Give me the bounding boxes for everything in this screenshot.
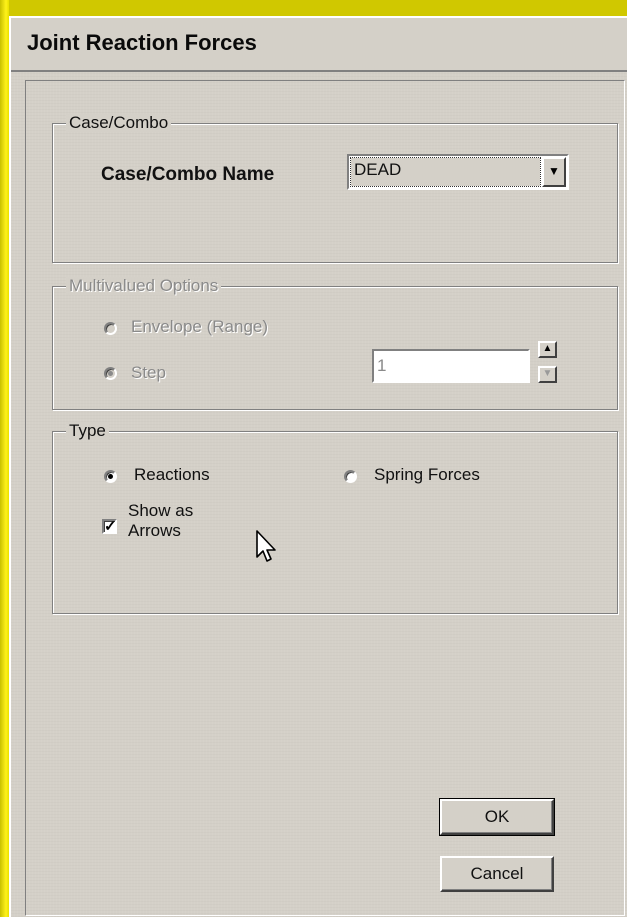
spring-forces-radio[interactable] (344, 470, 357, 483)
type-legend: Type (66, 422, 109, 440)
desktop-background (0, 0, 627, 16)
show-as-arrows-checkbox[interactable]: ✓ (102, 519, 117, 534)
step-up-arrow-icon[interactable]: ▲ (538, 341, 557, 358)
case-combo-name-label: Case/Combo Name (101, 164, 275, 185)
mouse-pointer-icon (256, 530, 276, 562)
reactions-radio[interactable] (104, 470, 117, 483)
joint-reaction-forces-dialog: Joint Reaction Forces Case/Combo Case/Co… (9, 16, 627, 917)
multivalued-options-group (52, 286, 618, 410)
step-radio[interactable] (104, 367, 117, 380)
case-combo-legend: Case/Combo (66, 114, 172, 132)
envelope-label: Envelope (Range) (131, 317, 269, 336)
cancel-button[interactable]: Cancel (440, 856, 554, 892)
multivalued-options-legend: Multivalued Options (66, 277, 222, 295)
title-bar[interactable]: Joint Reaction Forces (11, 18, 627, 72)
radio-selected-dot (108, 371, 113, 376)
show-as-arrows-label-line2: Arrows (128, 521, 181, 540)
window-title: Joint Reaction Forces (27, 30, 257, 55)
case-combo-group (52, 123, 618, 263)
step-label: Step (131, 363, 166, 382)
show-as-arrows-label-line1: Show as (128, 501, 194, 520)
dialog-client-area: Case/Combo Case/Combo Name DEAD ▼ Multiv… (25, 80, 625, 916)
chevron-down-icon[interactable]: ▼ (542, 157, 566, 187)
case-combo-dropdown[interactable]: DEAD ▼ (347, 154, 569, 190)
step-number-input[interactable]: 1 (372, 349, 530, 383)
case-combo-selected-value: DEAD (350, 157, 541, 187)
ok-button[interactable]: OK (439, 798, 555, 836)
cancel-button-label: Cancel (470, 864, 524, 883)
radio-selected-dot (108, 474, 113, 479)
step-down-arrow-icon[interactable]: ▼ (538, 366, 557, 383)
envelope-radio[interactable] (104, 322, 117, 335)
ok-button-label: OK (484, 807, 510, 826)
spring-forces-label: Spring Forces (374, 465, 480, 484)
desktop-edge (0, 0, 9, 917)
reactions-label: Reactions (134, 465, 210, 484)
